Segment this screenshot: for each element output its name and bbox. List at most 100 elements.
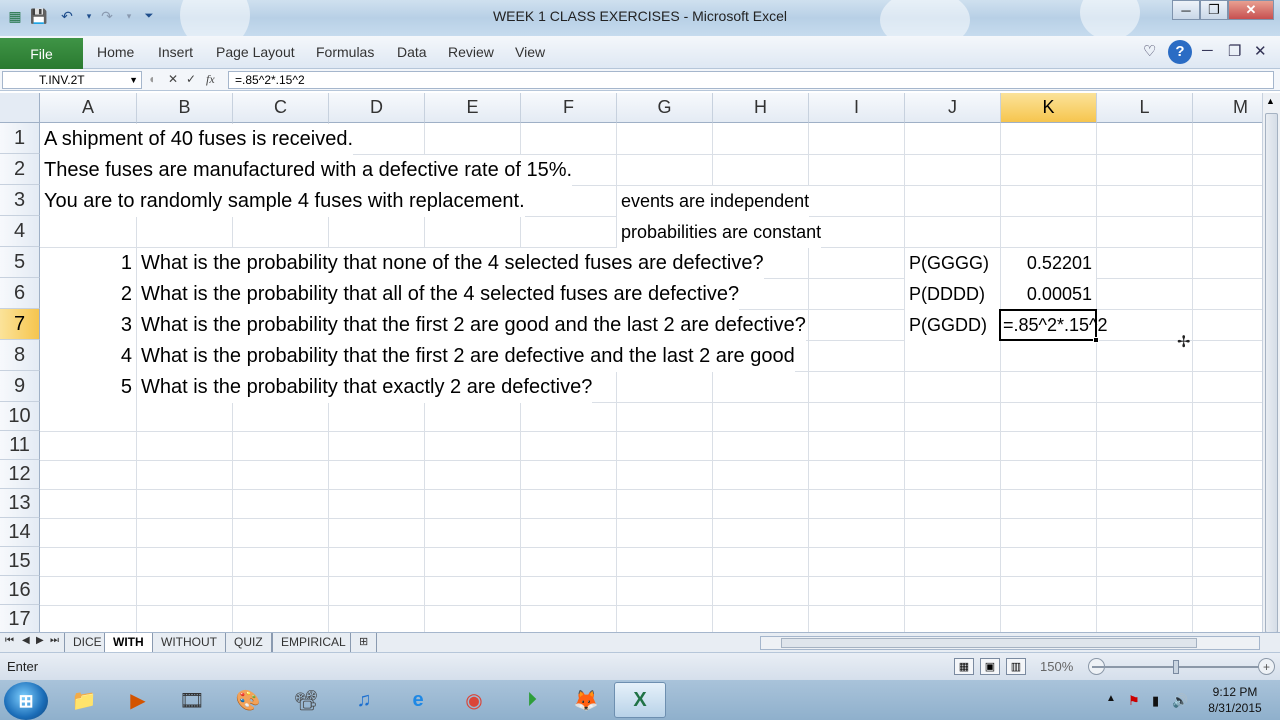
- row-header-8[interactable]: 8: [0, 340, 40, 371]
- tab-insert[interactable]: Insert: [158, 44, 193, 60]
- chrome-icon[interactable]: ◉: [448, 682, 500, 718]
- cell-b9[interactable]: What is the probability that exactly 2 a…: [137, 372, 593, 403]
- row-header-14[interactable]: 14: [0, 518, 40, 547]
- row-header-12[interactable]: 12: [0, 460, 40, 489]
- next-sheet-icon[interactable]: ▶: [36, 635, 44, 646]
- sheet-tab-without[interactable]: WITHOUT: [152, 633, 226, 652]
- row-header-4[interactable]: 4: [0, 216, 40, 247]
- cell-j5[interactable]: P(GGGG): [905, 248, 1000, 279]
- sheet-tab-with[interactable]: WITH: [104, 633, 153, 652]
- row-header-11[interactable]: 11: [0, 431, 40, 460]
- cell-b7[interactable]: What is the probability that the first 2…: [137, 310, 806, 341]
- row-header-15[interactable]: 15: [0, 547, 40, 576]
- itunes-icon[interactable]: ♫: [338, 682, 390, 718]
- column-header-l[interactable]: L: [1097, 93, 1193, 123]
- cell-g4[interactable]: probabilities are constant: [617, 217, 822, 248]
- insert-sheet-icon[interactable]: ⊞: [350, 633, 378, 652]
- cell-b5[interactable]: What is the probability that none of the…: [137, 248, 764, 279]
- cell-a5[interactable]: 1: [40, 248, 136, 279]
- tab-file[interactable]: File: [0, 38, 83, 69]
- row-header-2[interactable]: 2: [0, 154, 40, 185]
- cell-a3[interactable]: You are to randomly sample 4 fuses with …: [40, 186, 525, 217]
- tab-data[interactable]: Data: [397, 44, 427, 60]
- close-button[interactable]: ✕: [1228, 0, 1274, 20]
- column-header-k[interactable]: K: [1001, 93, 1097, 123]
- row-header-17[interactable]: 17: [0, 605, 40, 632]
- scroll-up-icon[interactable]: ▲: [1266, 96, 1275, 106]
- column-header-c[interactable]: C: [233, 93, 329, 123]
- zoom-in-icon[interactable]: +: [1258, 658, 1275, 675]
- select-all-corner[interactable]: [0, 93, 40, 123]
- cell-a1[interactable]: A shipment of 40 fuses is received.: [40, 124, 354, 155]
- tray-expand-icon[interactable]: ▲: [1106, 693, 1116, 704]
- cell-a7[interactable]: 3: [40, 310, 136, 341]
- vertical-scrollbar[interactable]: ▲: [1262, 93, 1280, 633]
- normal-view-icon[interactable]: ▦: [954, 658, 974, 675]
- row-header-16[interactable]: 16: [0, 576, 40, 605]
- column-header-m[interactable]: M: [1193, 93, 1262, 123]
- row-header-13[interactable]: 13: [0, 489, 40, 518]
- projector-icon[interactable]: 📽: [280, 682, 332, 718]
- cell-j6[interactable]: P(DDDD): [905, 279, 1000, 310]
- sheet-tab-empirical[interactable]: EMPIRICAL: [272, 633, 355, 652]
- column-header-j[interactable]: J: [905, 93, 1001, 123]
- network-icon[interactable]: ⚑: [1128, 693, 1140, 709]
- column-header-g[interactable]: G: [617, 93, 713, 123]
- cell-b8[interactable]: What is the probability that the first 2…: [137, 341, 795, 372]
- cell-k5[interactable]: 0.52201: [1001, 248, 1096, 279]
- cancel-icon[interactable]: ✕: [168, 72, 178, 86]
- video-editor-icon[interactable]: 🎞: [166, 682, 218, 718]
- file-explorer-icon[interactable]: 📁: [58, 682, 110, 718]
- column-header-e[interactable]: E: [425, 93, 521, 123]
- row-header-1[interactable]: 1: [0, 123, 40, 154]
- cell-a9[interactable]: 5: [40, 372, 136, 403]
- tab-view[interactable]: View: [515, 44, 545, 60]
- column-header-a[interactable]: A: [40, 93, 137, 123]
- cell-a2[interactable]: These fuses are manufactured with a defe…: [40, 155, 573, 186]
- excel-taskbar-icon[interactable]: X: [614, 682, 666, 718]
- cell-b6[interactable]: What is the probability that all of the …: [137, 279, 740, 310]
- cell-j7[interactable]: P(GGDD): [905, 310, 1000, 341]
- last-sheet-icon[interactable]: ⏭: [50, 635, 59, 646]
- row-header-3[interactable]: 3: [0, 185, 40, 216]
- minimize-ribbon-icon[interactable]: ♡: [1143, 42, 1156, 60]
- expand-icon[interactable]: ◖: [148, 72, 155, 86]
- row-header-5[interactable]: 5: [0, 247, 40, 278]
- column-header-d[interactable]: D: [329, 93, 425, 123]
- name-box[interactable]: T.INV.2T ▼: [2, 71, 142, 89]
- row-header-9[interactable]: 9: [0, 371, 40, 402]
- row-header-6[interactable]: 6: [0, 278, 40, 309]
- start-button-icon[interactable]: ⊞: [4, 682, 48, 720]
- column-header-i[interactable]: I: [809, 93, 905, 123]
- firefox-icon[interactable]: 🦊: [560, 682, 612, 718]
- system-clock[interactable]: 9:12 PM 8/31/2015: [1195, 684, 1275, 716]
- row-header-7[interactable]: 7: [0, 309, 40, 340]
- insert-function-icon[interactable]: fx: [206, 72, 215, 87]
- workbook-restore-icon[interactable]: ❐: [1228, 42, 1241, 60]
- tab-formulas[interactable]: Formulas: [316, 44, 374, 60]
- battery-icon[interactable]: ▮: [1152, 693, 1159, 709]
- prev-sheet-icon[interactable]: ◀: [22, 635, 30, 646]
- column-header-f[interactable]: F: [521, 93, 617, 123]
- row-header-10[interactable]: 10: [0, 402, 40, 431]
- minimize-button[interactable]: ─: [1172, 0, 1200, 20]
- workbook-close-icon[interactable]: ✕: [1254, 42, 1267, 60]
- media-player-icon[interactable]: ⏵: [506, 682, 558, 718]
- page-break-view-icon[interactable]: ▥: [1006, 658, 1026, 675]
- page-layout-view-icon[interactable]: ▣: [980, 658, 1000, 675]
- zoom-slider-thumb[interactable]: [1173, 660, 1179, 674]
- tab-review[interactable]: Review: [448, 44, 494, 60]
- vertical-scroll-thumb[interactable]: [1265, 113, 1278, 633]
- column-header-h[interactable]: H: [713, 93, 809, 123]
- volume-icon[interactable]: 🔊: [1172, 693, 1188, 709]
- cell-a8[interactable]: 4: [40, 341, 136, 372]
- enter-icon[interactable]: ✓: [186, 72, 196, 86]
- name-box-dropdown-icon[interactable]: ▼: [129, 72, 138, 88]
- internet-explorer-icon[interactable]: e: [392, 682, 444, 718]
- cell-g3[interactable]: events are independent: [617, 186, 810, 217]
- tab-page-layout[interactable]: Page Layout: [216, 44, 295, 60]
- tab-home[interactable]: Home: [97, 44, 134, 60]
- horizontal-scroll-thumb[interactable]: [781, 638, 1197, 648]
- cell-k6[interactable]: 0.00051: [1001, 279, 1096, 311]
- help-icon[interactable]: ?: [1168, 40, 1192, 64]
